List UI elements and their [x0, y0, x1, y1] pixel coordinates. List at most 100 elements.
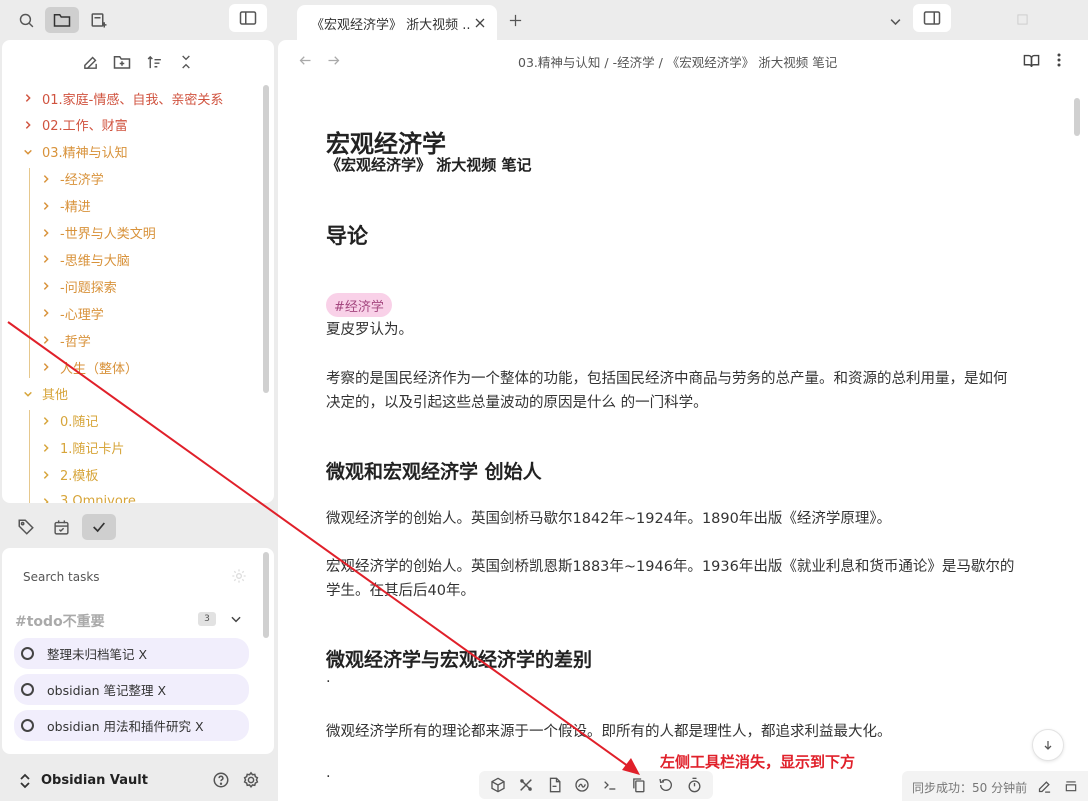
file-tree-scrollbar[interactable]: [263, 85, 269, 393]
tag-economics[interactable]: #经济学: [326, 293, 392, 317]
chevron-right-icon[interactable]: [40, 361, 52, 373]
forward-arrow-icon[interactable]: [324, 51, 342, 69]
new-folder-icon[interactable]: [112, 52, 132, 72]
settings-icon[interactable]: [241, 770, 261, 790]
file-tree-item-label: 1.随记卡片: [60, 442, 125, 458]
note-view: 03.精神与认知 / -经济学 / 《宏观经济学》 浙大视频 笔记 宏观经济学 …: [278, 40, 1088, 801]
tags-icon[interactable]: [15, 516, 37, 538]
canvas-icon[interactable]: [573, 776, 591, 794]
reading-view-icon[interactable]: [1022, 51, 1040, 69]
breadcrumb-separator: /: [658, 55, 667, 70]
left-panel-tabs: [0, 510, 276, 544]
file-tree-item[interactable]: 其他: [22, 382, 68, 406]
scroll-to-bottom-button[interactable]: [1032, 729, 1064, 761]
copy-icon[interactable]: [629, 776, 647, 794]
templates-icon[interactable]: [545, 776, 563, 794]
chevron-right-icon[interactable]: [40, 173, 52, 185]
new-note-icon[interactable]: [80, 52, 100, 72]
chevron-right-icon[interactable]: [40, 334, 52, 346]
collapse-all-icon[interactable]: [176, 52, 196, 72]
status-bar: 同步成功：50 分钟前: [902, 771, 1088, 801]
paragraph: 微观经济学所有的理论都来源于一个假设。即所有的人都是理性人，都追求利益最大化。: [326, 724, 892, 740]
chevron-right-icon[interactable]: [22, 119, 34, 131]
task-checkbox[interactable]: [21, 683, 34, 696]
chevron-right-icon[interactable]: [40, 496, 52, 503]
chevron-down-icon[interactable]: [22, 146, 34, 158]
task-item[interactable]: 整理未归档笔记 X: [14, 638, 249, 669]
close-tab-icon[interactable]: [472, 15, 488, 31]
random-note-icon[interactable]: [517, 776, 535, 794]
task-checkbox[interactable]: [21, 647, 34, 660]
sort-icon[interactable]: [144, 52, 164, 72]
window-maximize-icon[interactable]: [1015, 12, 1029, 26]
file-tree-item[interactable]: -哲学: [40, 328, 91, 352]
chevron-right-icon[interactable]: [40, 200, 52, 212]
file-tree-item[interactable]: 2.模板: [40, 463, 98, 487]
tab-note[interactable]: 《宏观经济学》 浙大视频 ...: [297, 5, 497, 40]
file-tree-item[interactable]: 0.随记: [40, 409, 98, 433]
vault-switch-icon[interactable]: [17, 772, 33, 790]
tasks-tab-button[interactable]: [82, 514, 116, 540]
graph-cube-icon[interactable]: [489, 776, 507, 794]
chevron-right-icon[interactable]: [40, 307, 52, 319]
timer-icon[interactable]: [685, 776, 703, 794]
chevron-right-icon[interactable]: [40, 227, 52, 239]
task-item[interactable]: obsidian 用法和插件研究 X: [14, 710, 249, 741]
file-tree-item-label: 01.家庭-情感、自我、亲密关系: [42, 92, 224, 108]
file-tree-item[interactable]: 人生（整体）: [40, 355, 138, 379]
settings-gear-icon[interactable]: [230, 567, 248, 585]
file-tree-item[interactable]: 02.工作、财富: [22, 113, 128, 137]
chevron-right-icon[interactable]: [40, 442, 52, 454]
file-tree-item-label: -心理学: [60, 307, 104, 323]
more-options-icon[interactable]: [1052, 51, 1066, 69]
help-icon[interactable]: [211, 770, 231, 790]
note-scrollbar[interactable]: [1074, 98, 1080, 136]
file-tree-item[interactable]: -心理学: [40, 301, 104, 325]
tab-list-chevron-icon[interactable]: [886, 12, 904, 30]
file-tree-item[interactable]: 03.精神与认知: [22, 140, 128, 164]
chevron-right-icon[interactable]: [40, 415, 52, 427]
back-arrow-icon[interactable]: [296, 51, 314, 69]
new-tab-icon[interactable]: [506, 11, 524, 29]
file-tree-item[interactable]: -精进: [40, 194, 91, 218]
tree-guide-line: [29, 168, 30, 378]
search-tasks-input[interactable]: Search tasks: [23, 570, 100, 584]
heading-founders: 微观和宏观经济学 创始人: [326, 461, 542, 483]
right-sidebar-toggle-icon[interactable]: [913, 4, 951, 32]
sidebar-toggle-icon[interactable]: [229, 4, 267, 32]
file-tree-item-label: -哲学: [60, 334, 91, 350]
file-tree-item[interactable]: 1.随记卡片: [40, 436, 124, 460]
chevron-right-icon[interactable]: [22, 92, 34, 104]
chevron-right-icon[interactable]: [40, 280, 52, 292]
terminal-icon[interactable]: [601, 776, 619, 794]
tasks-scrollbar[interactable]: [263, 552, 269, 638]
file-tree-item[interactable]: -经济学: [40, 167, 104, 191]
breadcrumb-item[interactable]: -经济学: [613, 55, 655, 70]
layout-icon[interactable]: [1063, 778, 1079, 794]
task-count-badge: 3: [198, 612, 216, 626]
search-icon[interactable]: [15, 9, 37, 31]
chevron-down-icon[interactable]: [22, 388, 34, 400]
heading-intro: 导论: [326, 224, 368, 248]
heading-differences: 微观经济学与宏观经济学的差别: [326, 649, 593, 671]
vault-name[interactable]: Obsidian Vault: [41, 773, 148, 788]
file-tree-item[interactable]: 01.家庭-情感、自我、亲密关系: [22, 86, 223, 110]
file-tree-item[interactable]: -世界与人类文明: [40, 221, 156, 245]
calendar-icon[interactable]: [50, 516, 72, 538]
chevron-down-icon[interactable]: [228, 611, 244, 627]
sync-status[interactable]: 同步成功：50 分钟前: [912, 779, 1027, 796]
paragraph: 考察的是国民经济作为一个整体的功能，包括国民经济中商品与劳务的总产量。和资源的总…: [326, 371, 1008, 411]
chevron-right-icon[interactable]: [40, 253, 52, 265]
chevron-right-icon[interactable]: [40, 469, 52, 481]
file-tree-item[interactable]: 3.Omnivore: [40, 490, 136, 503]
file-explorer-button[interactable]: [45, 7, 79, 33]
breadcrumb-item[interactable]: 《宏观经济学》 浙大视频 笔记: [667, 55, 837, 70]
file-tree-item[interactable]: -问题探索: [40, 274, 117, 298]
task-checkbox[interactable]: [21, 719, 34, 732]
breadcrumb-item[interactable]: 03.精神与认知: [518, 55, 600, 70]
bookmarks-icon[interactable]: [88, 9, 110, 31]
edit-mode-icon[interactable]: [1036, 778, 1052, 794]
undo-icon[interactable]: [657, 776, 675, 794]
task-item[interactable]: obsidian 笔记整理 X: [14, 674, 249, 705]
file-tree-item[interactable]: -思维与大脑: [40, 247, 130, 271]
